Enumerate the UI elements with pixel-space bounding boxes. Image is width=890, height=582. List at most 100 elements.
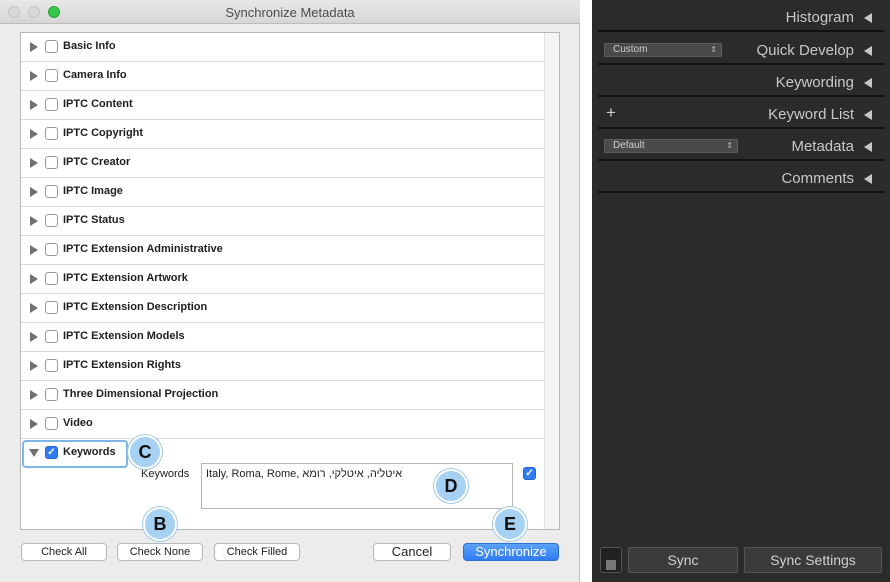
add-keyword-icon[interactable]: + [606, 103, 616, 123]
section-label: IPTC Status [63, 214, 125, 226]
scrollbar[interactable] [544, 33, 559, 529]
disclosure-triangle-icon[interactable] [30, 216, 38, 226]
section-checkbox[interactable] [45, 40, 58, 53]
disclosure-triangle-icon[interactable] [30, 390, 38, 400]
section-row-basic-info[interactable]: Basic Info [21, 33, 545, 62]
section-checkbox[interactable] [45, 214, 58, 227]
check-all-button[interactable]: Check All [21, 543, 107, 561]
callout-c: C [128, 435, 162, 469]
section-checkbox[interactable] [45, 359, 58, 372]
synchronize-metadata-dialog: Synchronize Metadata Basic Info Camera I… [0, 0, 580, 582]
section-row-iptc-content[interactable]: IPTC Content [21, 91, 545, 120]
metadata-preset-select[interactable]: Default ⇕ [604, 139, 738, 153]
select-value: Default [613, 140, 645, 151]
section-checkbox[interactable] [45, 127, 58, 140]
stepper-icon: ⇕ [710, 45, 717, 54]
panel-header-histogram[interactable]: Histogram [598, 3, 884, 32]
keywords-section-checkbox[interactable]: ✓ [45, 446, 58, 459]
quick-develop-preset-select[interactable]: Custom ⇕ [604, 43, 722, 57]
section-label: IPTC Copyright [63, 127, 144, 139]
section-label: Three Dimensional Projection [63, 388, 219, 400]
collapse-arrow-icon[interactable] [864, 46, 872, 56]
title-bar: Synchronize Metadata [0, 0, 580, 24]
section-label: Video [63, 417, 93, 429]
section-row-iptc-creator[interactable]: IPTC Creator [21, 149, 545, 178]
section-checkbox[interactable] [45, 98, 58, 111]
disclosure-triangle-icon[interactable] [30, 245, 38, 255]
disclosure-triangle-icon[interactable] [30, 274, 38, 284]
section-row-iptc-image[interactable]: IPTC Image [21, 178, 545, 207]
disclosure-triangle-icon[interactable] [30, 129, 38, 139]
section-checkbox[interactable] [45, 330, 58, 343]
disclosure-triangle-expanded-icon[interactable] [29, 449, 39, 457]
keywords-section-label: Keywords [63, 446, 116, 458]
disclosure-triangle-icon[interactable] [30, 71, 38, 81]
disclosure-triangle-icon[interactable] [30, 100, 38, 110]
section-row-video[interactable]: Video [21, 410, 545, 439]
section-row-iptc-copyright[interactable]: IPTC Copyright [21, 120, 545, 149]
panel-header-metadata[interactable]: Default ⇕ Metadata [598, 132, 884, 161]
section-row-three-dimensional-projection[interactable]: Three Dimensional Projection [21, 381, 545, 410]
disclosure-triangle-icon[interactable] [30, 42, 38, 52]
section-label: IPTC Extension Models [63, 330, 185, 342]
section-checkbox[interactable] [45, 301, 58, 314]
lightroom-right-panel: Histogram Custom ⇕ Quick Develop Keyword… [592, 0, 890, 582]
disclosure-triangle-icon[interactable] [30, 303, 38, 313]
collapse-arrow-icon[interactable] [864, 13, 872, 23]
section-label: Basic Info [63, 40, 116, 52]
keywords-field-label: Keywords [141, 468, 190, 480]
collapse-arrow-icon[interactable] [864, 174, 872, 184]
keywords-field-checkbox[interactable]: ✓ [523, 467, 536, 480]
section-checkbox[interactable] [45, 388, 58, 401]
auto-sync-switch[interactable] [600, 547, 622, 573]
section-checkbox[interactable] [45, 417, 58, 430]
callout-d: D [434, 469, 468, 503]
disclosure-triangle-icon[interactable] [30, 158, 38, 168]
section-row-iptc-extension-models[interactable]: IPTC Extension Models [21, 323, 545, 352]
panel-title: Keywording [775, 74, 854, 91]
disclosure-triangle-icon[interactable] [30, 419, 38, 429]
window-title: Synchronize Metadata [225, 5, 355, 20]
section-checkbox[interactable] [45, 272, 58, 285]
section-label: IPTC Extension Artwork [63, 272, 188, 284]
disclosure-triangle-icon[interactable] [30, 187, 38, 197]
switch-knob [606, 560, 616, 570]
section-row-iptc-extension-description[interactable]: IPTC Extension Description [21, 294, 545, 323]
section-checkbox[interactable] [45, 243, 58, 256]
panel-header-keyword-list[interactable]: + Keyword List [598, 100, 884, 129]
sync-bar: Sync Sync Settings [598, 544, 884, 574]
section-row-iptc-extension-rights[interactable]: IPTC Extension Rights [21, 352, 545, 381]
panel-title: Keyword List [768, 106, 854, 123]
section-label: IPTC Extension Administrative [63, 243, 223, 255]
section-label: Camera Info [63, 69, 127, 81]
section-checkbox[interactable] [45, 185, 58, 198]
section-row-iptc-extension-artwork[interactable]: IPTC Extension Artwork [21, 265, 545, 294]
check-filled-button[interactable]: Check Filled [214, 543, 300, 561]
panel-title: Quick Develop [756, 42, 854, 59]
collapse-arrow-icon[interactable] [864, 78, 872, 88]
metadata-section-list: Basic Info Camera Info IPTC Content IPTC… [20, 32, 560, 530]
panel-header-keywording[interactable]: Keywording [598, 68, 884, 97]
section-checkbox[interactable] [45, 69, 58, 82]
callout-b: B [143, 507, 177, 541]
synchronize-button[interactable]: Synchronize [463, 543, 559, 561]
check-none-button[interactable]: Check None [117, 543, 203, 561]
disclosure-triangle-icon[interactable] [30, 332, 38, 342]
section-label: IPTC Extension Rights [63, 359, 181, 371]
section-checkbox[interactable] [45, 156, 58, 169]
cancel-button[interactable]: Cancel [373, 543, 451, 561]
sync-button[interactable]: Sync [628, 547, 738, 573]
collapse-arrow-icon[interactable] [864, 142, 872, 152]
section-row-iptc-extension-administrative[interactable]: IPTC Extension Administrative [21, 236, 545, 265]
section-row-camera-info[interactable]: Camera Info [21, 62, 545, 91]
disclosure-triangle-icon[interactable] [30, 361, 38, 371]
collapse-arrow-icon[interactable] [864, 110, 872, 120]
section-label: IPTC Content [63, 98, 133, 110]
select-value: Custom [613, 44, 648, 55]
section-row-iptc-status[interactable]: IPTC Status [21, 207, 545, 236]
stepper-icon: ⇕ [726, 141, 733, 150]
panel-header-comments[interactable]: Comments [598, 164, 884, 193]
panel-header-quick-develop[interactable]: Custom ⇕ Quick Develop [598, 36, 884, 65]
sync-settings-button[interactable]: Sync Settings [744, 547, 882, 573]
section-label: IPTC Creator [63, 156, 131, 168]
